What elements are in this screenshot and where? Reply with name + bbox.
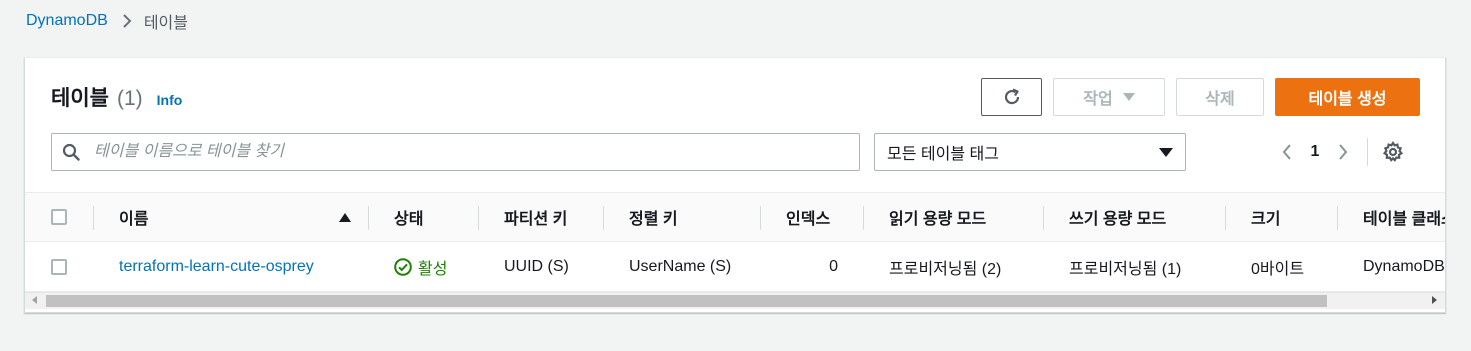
breadcrumb-dynamodb-link[interactable]: DynamoDB: [26, 12, 108, 30]
read-mode-cell: 프로비저닝됨 (2): [889, 260, 1002, 278]
status-label: 활성: [418, 260, 448, 278]
gear-icon[interactable]: [1382, 141, 1404, 163]
caret-down-icon: [1159, 147, 1173, 157]
breadcrumb: DynamoDB 테이블: [26, 10, 188, 32]
table-header-row: 이름 상태 파티션 키 정렬 키 인덱스 읽기 용량 모드 쓰기 용량 모드 크…: [25, 192, 1445, 242]
row-checkbox-cell: [51, 242, 67, 291]
column-header-size[interactable]: 크기: [1251, 193, 1280, 241]
chevron-left-icon[interactable]: [1275, 143, 1299, 161]
search-icon: [62, 143, 80, 161]
select-all-checkbox-cell: [51, 193, 67, 241]
tables-table: 이름 상태 파티션 키 정렬 키 인덱스 읽기 용량 모드 쓰기 용량 모드 크…: [25, 192, 1445, 312]
size-cell: 0바이트: [1251, 260, 1305, 278]
tag-filter-select[interactable]: 모든 테이블 태그: [874, 133, 1186, 171]
horizontal-scrollbar[interactable]: [25, 292, 1445, 309]
pagination: 1: [1275, 138, 1404, 166]
column-header-indexes[interactable]: 인덱스: [786, 193, 830, 241]
write-mode-cell: 프로비저닝됨 (1): [1069, 260, 1182, 278]
delete-button[interactable]: 삭제: [1176, 78, 1264, 116]
sort-key-cell: UserName (S): [629, 257, 732, 275]
status-badge: 활성: [394, 242, 447, 291]
column-divider: [368, 206, 369, 230]
column-header-read-mode[interactable]: 읽기 용량 모드: [889, 193, 986, 241]
column-divider: [478, 206, 479, 230]
column-header-status[interactable]: 상태: [394, 193, 423, 241]
column-divider: [1225, 206, 1226, 230]
tables-panel: 테이블 (1) Info 작업 삭제 테이블 생성 모든 테이블 태그: [24, 57, 1446, 313]
actions-label: 작업: [1083, 91, 1113, 108]
column-divider: [1337, 206, 1338, 230]
table-class-cell: DynamoDB Standard: [1363, 257, 1445, 275]
column-divider: [603, 206, 604, 230]
scrollbar-thumb[interactable]: [46, 295, 1327, 307]
column-divider: [863, 206, 864, 230]
select-all-checkbox[interactable]: [51, 209, 67, 225]
column-header-name[interactable]: 이름: [119, 193, 351, 241]
chevron-right-icon[interactable]: [1331, 143, 1355, 161]
table-name-link[interactable]: terraform-learn-cute-osprey: [119, 242, 314, 291]
column-divider: [93, 206, 94, 230]
page-number[interactable]: 1: [1299, 143, 1331, 161]
column-header-label: 이름: [119, 211, 149, 228]
table-count: (1): [116, 87, 143, 110]
tag-filter-value: 모든 테이블 태그: [887, 146, 999, 163]
column-header-sort-key[interactable]: 정렬 키: [629, 193, 678, 241]
indexes-cell: 0: [829, 257, 838, 275]
chevron-right-icon: [122, 13, 132, 29]
pager-divider: [1367, 138, 1368, 166]
search-input[interactable]: [92, 142, 836, 162]
page-title: 테이블: [51, 87, 109, 110]
scroll-right-arrow-icon[interactable]: [1432, 296, 1437, 304]
sort-ascending-icon: [339, 212, 351, 222]
create-table-button[interactable]: 테이블 생성: [1275, 78, 1420, 116]
caret-down-icon: [1122, 93, 1135, 101]
column-divider: [760, 206, 761, 230]
refresh-button[interactable]: [981, 78, 1042, 116]
partition-key-cell: UUID (S): [504, 257, 569, 275]
refresh-icon: [1002, 87, 1022, 107]
actions-dropdown-button[interactable]: 작업: [1053, 78, 1165, 116]
column-header-write-mode[interactable]: 쓰기 용량 모드: [1069, 193, 1166, 241]
panel-header: 테이블 (1) Info: [51, 82, 182, 112]
column-header-table-class[interactable]: 테이블 클래스: [1363, 193, 1445, 241]
breadcrumb-current: 테이블: [143, 15, 188, 32]
column-header-partition-key[interactable]: 파티션 키: [504, 193, 567, 241]
row-checkbox[interactable]: [51, 258, 67, 275]
search-field[interactable]: [51, 133, 860, 171]
info-link[interactable]: Info: [157, 92, 183, 108]
column-divider: [1043, 206, 1044, 230]
table-row[interactable]: terraform-learn-cute-osprey 활성 UUID (S) …: [25, 242, 1445, 292]
check-circle-icon: [394, 257, 412, 276]
scroll-left-arrow-icon[interactable]: [32, 296, 37, 304]
